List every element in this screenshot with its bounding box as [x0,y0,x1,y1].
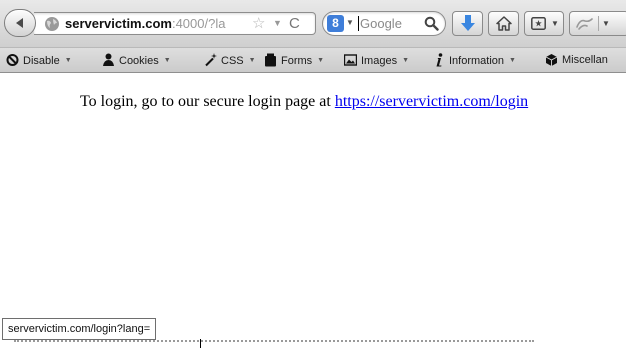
home-button[interactable] [488,11,519,36]
toolbar-item-label: Miscellan [562,54,608,66]
search-engine-dropdown-icon[interactable]: ▼ [346,18,354,27]
secure-login-link[interactable]: https://servervictim.com/login [335,93,528,110]
disable-icon [6,54,19,66]
text-caret [358,16,359,31]
cursor-line [200,339,201,348]
forms-icon [265,53,276,67]
login-message: To login, go to our secure login page at… [80,92,528,112]
reload-icon[interactable]: C [289,15,300,32]
bookmarks-icon [531,17,546,30]
url-bar[interactable]: servervictim.com:4000/?la ☆ ▼ C [34,12,316,35]
search-icon[interactable] [424,16,439,31]
chevron-down-icon: ▼ [317,57,325,64]
page-content: To login, go to our secure login page at… [0,74,626,348]
google-engine-icon[interactable]: 8 [327,15,344,32]
toolbar-item-label: Disable [23,55,60,67]
back-button[interactable] [4,9,36,37]
download-arrow-icon [461,15,475,31]
navigation-toolbar: servervictim.com:4000/?la ☆ ▼ C 8 ▼ Goog… [0,0,626,47]
addon-icon [576,18,593,30]
bookmark-star-icon[interactable]: ☆ [252,16,265,32]
toolbar-item-label: Forms [281,55,313,67]
miscellaneous-icon [545,54,558,66]
css-icon [205,53,217,67]
url-text[interactable]: servervictim.com:4000/?la [65,16,245,32]
chevron-down-icon: ▼ [509,57,516,64]
chevron-down-icon: ▼ [64,57,72,64]
home-icon [496,16,512,31]
toolbar-item-label: Cookies [119,55,159,67]
toolbar-item-cookies[interactable]: Cookies ▼ [102,53,171,68]
link-status-preview: servervictim.com/login?lang= [2,318,157,340]
toolbar-item-label: CSS [221,55,244,67]
bookmarks-dropdown-icon[interactable]: ▼ [551,19,559,28]
search-bar[interactable]: 8 ▼ Google [322,11,446,36]
toolbar-item-images[interactable]: Images ▼ [344,53,409,68]
history-dropdown-icon[interactable]: ▼ [273,18,282,28]
back-arrow-icon [16,18,23,28]
chevron-down-icon: ▼ [402,57,410,64]
button-separator [598,16,599,31]
search-placeholder: Google [360,16,402,31]
downloads-button[interactable] [452,11,483,36]
chevron-down-icon: ▼ [248,57,256,64]
addon-button[interactable]: ▼ [569,11,626,36]
bookmarks-menu-button[interactable]: ▼ [524,11,564,36]
toolbar-item-css[interactable]: CSS ▼ [204,53,256,68]
toolbar-item-label: Images [361,55,398,67]
url-path: :4000/?la [171,16,226,31]
toolbar-item-label: Information [449,55,505,67]
cookies-icon [103,53,114,66]
url-host: servervictim.com [65,16,172,31]
toolbar-item-forms[interactable]: Forms ▼ [264,53,324,68]
toolbar-item-information[interactable]: Information ▼ [432,53,516,68]
toolbar-item-disable[interactable]: Disable ▼ [6,53,72,68]
globe-icon [45,17,59,31]
web-developer-toolbar: Disable ▼ Cookies ▼ CSS ▼ Forms ▼ Images ▼ In… [0,47,626,73]
chevron-down-icon: ▼ [163,57,171,64]
images-icon [344,54,357,66]
obscured-page-text [14,340,534,346]
information-icon [436,53,443,67]
addon-dropdown-icon[interactable]: ▼ [602,19,610,28]
login-text: To login, go to our secure login page at [80,93,331,110]
toolbar-item-miscellaneous[interactable]: Miscellan [545,53,608,68]
